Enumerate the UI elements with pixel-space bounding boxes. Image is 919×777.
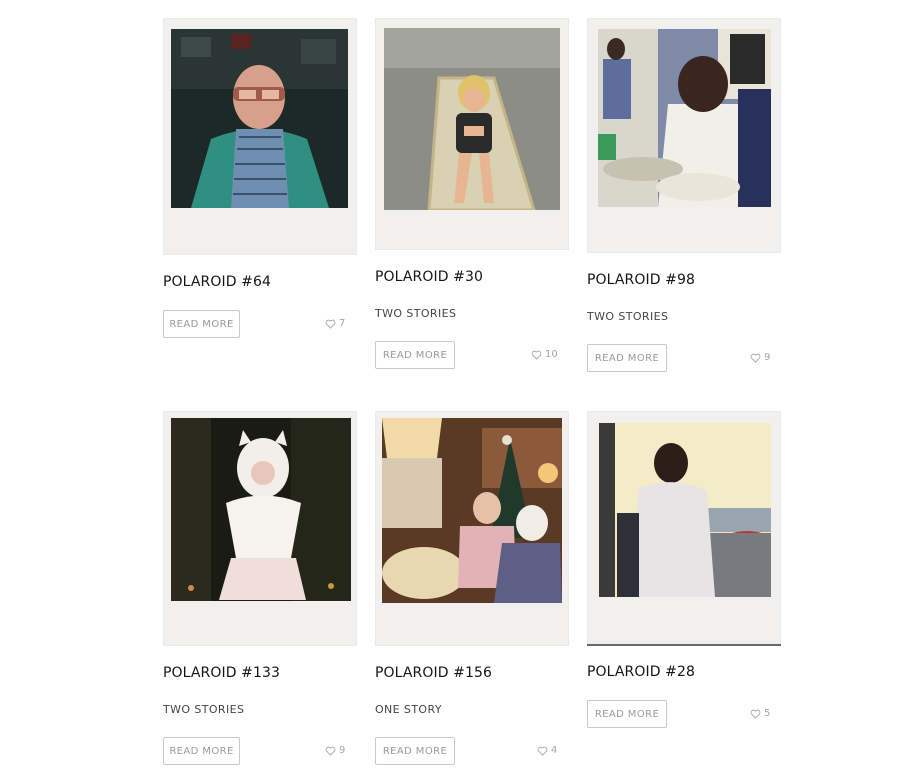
card-title[interactable]: POLAROID #133: [163, 665, 280, 681]
polaroid-frame[interactable]: [587, 411, 781, 646]
like-counter[interactable]: 9: [325, 745, 345, 756]
like-counter[interactable]: 4: [537, 745, 557, 756]
like-counter[interactable]: 9: [750, 352, 770, 363]
heart-outline-icon: [750, 709, 761, 719]
like-counter[interactable]: 5: [750, 708, 770, 719]
like-count: 9: [764, 352, 771, 363]
read-more-button[interactable]: READ MORE: [587, 344, 667, 372]
like-counter[interactable]: 10: [531, 349, 558, 360]
polaroid-frame[interactable]: [163, 18, 357, 255]
polaroid-frame[interactable]: [163, 411, 357, 646]
story-count: TWO STORIES: [163, 703, 245, 716]
heart-outline-icon: [531, 350, 542, 360]
polaroid-photo[interactable]: [382, 418, 562, 603]
heart-outline-icon: [537, 746, 548, 756]
like-count: 10: [545, 349, 558, 360]
polaroid-photo[interactable]: [599, 423, 771, 597]
polaroid-photo[interactable]: [384, 28, 560, 210]
polaroid-frame[interactable]: [375, 411, 569, 646]
like-count: 9: [339, 745, 346, 756]
story-count: ONE STORY: [375, 703, 442, 716]
like-count: 7: [339, 318, 346, 329]
polaroid-photo[interactable]: [171, 418, 351, 601]
card-title[interactable]: POLAROID #64: [163, 274, 271, 290]
read-more-button[interactable]: READ MORE: [163, 737, 240, 765]
heart-outline-icon: [325, 746, 336, 756]
like-counter[interactable]: 7: [325, 318, 345, 329]
read-more-button[interactable]: READ MORE: [375, 341, 455, 369]
polaroid-photo[interactable]: [171, 29, 348, 208]
read-more-button[interactable]: READ MORE: [375, 737, 455, 765]
card-title[interactable]: POLAROID #30: [375, 269, 483, 285]
card-title[interactable]: POLAROID #28: [587, 664, 695, 680]
polaroid-photo[interactable]: [598, 29, 771, 207]
like-count: 5: [764, 708, 771, 719]
polaroid-frame[interactable]: [375, 18, 569, 250]
story-count: TWO STORIES: [587, 310, 669, 323]
card-title[interactable]: POLAROID #98: [587, 272, 695, 288]
heart-outline-icon: [750, 353, 761, 363]
read-more-button[interactable]: READ MORE: [587, 700, 667, 728]
card-title[interactable]: POLAROID #156: [375, 665, 492, 681]
heart-outline-icon: [325, 319, 336, 329]
polaroid-frame[interactable]: [587, 18, 781, 253]
story-count: TWO STORIES: [375, 307, 457, 320]
read-more-button[interactable]: READ MORE: [163, 310, 240, 338]
like-count: 4: [551, 745, 558, 756]
